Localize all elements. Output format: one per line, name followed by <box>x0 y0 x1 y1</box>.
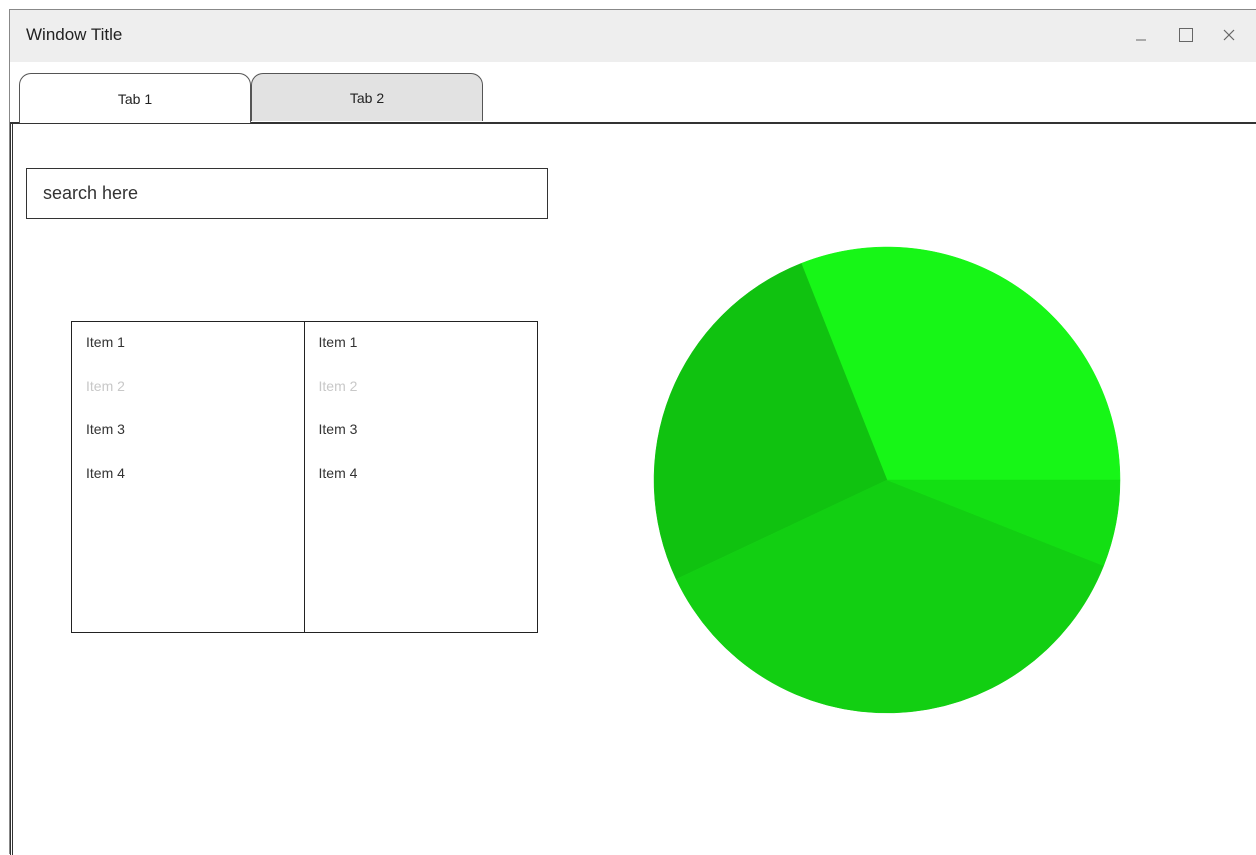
tab-1[interactable]: Tab 1 <box>19 73 251 123</box>
list-panel: Item 1 Item 2 Item 3 Item 4 Item 1 Item … <box>71 321 538 633</box>
list-item-disabled: Item 2 <box>318 377 358 394</box>
close-button[interactable] <box>1217 22 1241 48</box>
list-item[interactable]: Item 3 <box>72 421 304 465</box>
right-list[interactable]: Item 1 Item 2 Item 3 Item 4 <box>305 322 538 632</box>
title-bar[interactable]: Window Title <box>10 10 1256 62</box>
minimize-icon <box>1136 39 1146 41</box>
maximize-button[interactable] <box>1174 22 1198 48</box>
window-border <box>10 122 13 855</box>
window-title: Window Title <box>26 25 123 44</box>
close-icon <box>1223 29 1235 41</box>
minimize-button[interactable] <box>1129 22 1153 48</box>
list-item[interactable]: Item 1 <box>305 334 538 378</box>
list-item[interactable]: Item 4 <box>305 465 538 509</box>
tab-2[interactable]: Tab 2 <box>251 73 483 121</box>
left-list[interactable]: Item 1 Item 2 Item 3 Item 4 <box>72 322 305 632</box>
search-input[interactable] <box>26 168 548 219</box>
pie-chart <box>653 246 1121 714</box>
list-item[interactable]: Item 3 <box>305 421 538 465</box>
list-item[interactable]: Item 4 <box>72 465 304 509</box>
list-item-disabled: Item 2 <box>86 377 125 394</box>
list-item[interactable]: Item 1 <box>72 334 304 378</box>
maximize-icon <box>1179 28 1193 42</box>
